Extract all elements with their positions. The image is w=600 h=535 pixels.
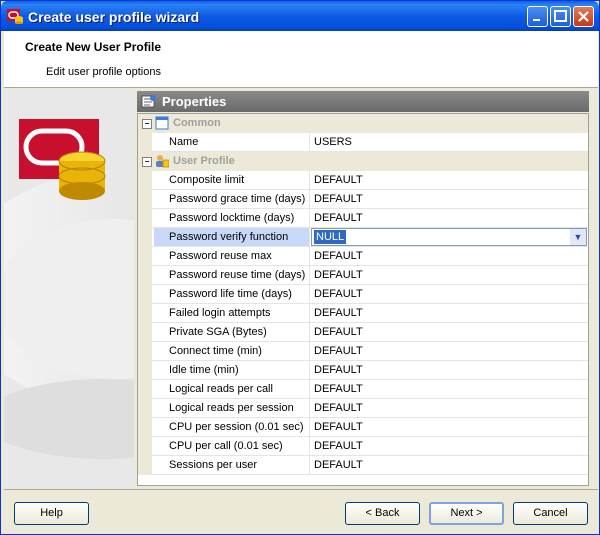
wizard-footer: Help < Back Next > Cancel (4, 489, 598, 534)
properties-panel: Properties − Common Name USERS − User Pr… (137, 91, 589, 486)
close-icon (578, 11, 589, 22)
property-row[interactable]: Password reuse max DEFAULT (138, 247, 588, 266)
chevron-down-icon[interactable]: ▼ (570, 229, 586, 245)
close-button[interactable] (573, 6, 594, 27)
side-banner (4, 89, 134, 489)
property-value[interactable]: DEFAULT (311, 285, 588, 303)
dropdown-value: NULL (314, 230, 347, 244)
property-name: Password verify function (154, 228, 310, 246)
property-value[interactable]: DEFAULT (311, 209, 588, 227)
property-name: Logical reads per call (154, 380, 310, 398)
property-name: Idle time (min) (154, 361, 310, 379)
minimize-button[interactable] (527, 6, 548, 27)
property-grid[interactable]: − Common Name USERS − User Profile Compo… (137, 113, 589, 486)
property-row[interactable]: CPU per call (0.01 sec) DEFAULT (138, 437, 588, 456)
property-name: Password life time (days) (154, 285, 310, 303)
property-row[interactable]: Password reuse time (days) DEFAULT (138, 266, 588, 285)
back-button[interactable]: < Back (345, 502, 420, 525)
property-name: Composite limit (154, 171, 310, 189)
property-row[interactable]: Password locktime (days) DEFAULT (138, 209, 588, 228)
title-bar[interactable]: Create user profile wizard (1, 1, 599, 31)
property-value[interactable]: DEFAULT (311, 247, 588, 265)
category-label: Common (173, 117, 221, 129)
property-name: Password grace time (days) (154, 190, 310, 208)
wizard-header: Create New User Profile Edit user profil… (4, 31, 598, 88)
property-name: CPU per session (0.01 sec) (154, 418, 310, 436)
property-name: Name (154, 133, 310, 151)
property-row[interactable]: Name USERS (138, 133, 588, 152)
help-button[interactable]: Help (14, 502, 89, 525)
property-name: CPU per call (0.01 sec) (154, 437, 310, 455)
properties-icon (141, 95, 156, 108)
property-row[interactable]: Sessions per user DEFAULT (138, 456, 588, 475)
next-button[interactable]: Next > (429, 502, 504, 525)
property-row[interactable]: Failed login attempts DEFAULT (138, 304, 588, 323)
minimize-icon (533, 19, 540, 21)
property-name: Failed login attempts (154, 304, 310, 322)
property-value[interactable]: DEFAULT (311, 190, 588, 208)
properties-title: Properties (162, 94, 227, 109)
user-profile-icon (156, 155, 169, 168)
collapse-icon[interactable]: − (142, 157, 152, 167)
property-value[interactable]: DEFAULT (311, 456, 588, 474)
property-row[interactable]: Password life time (days) DEFAULT (138, 285, 588, 304)
property-row[interactable]: Password grace time (days) DEFAULT (138, 190, 588, 209)
properties-header: Properties (137, 91, 589, 112)
category-common[interactable]: − Common (138, 114, 588, 133)
property-row[interactable]: CPU per session (0.01 sec) DEFAULT (138, 418, 588, 437)
category-user-profile[interactable]: − User Profile (138, 152, 588, 171)
cancel-button[interactable]: Cancel (513, 502, 588, 525)
property-name: Password reuse time (days) (154, 266, 310, 284)
category-label: User Profile (173, 155, 235, 167)
property-value[interactable]: DEFAULT (311, 437, 588, 455)
property-row[interactable]: Logical reads per session DEFAULT (138, 399, 588, 418)
oracle-banner-icon (4, 89, 134, 489)
property-value[interactable]: USERS (311, 133, 588, 151)
maximize-icon (554, 10, 567, 22)
property-name: Connect time (min) (154, 342, 310, 360)
property-value[interactable]: DEFAULT (311, 380, 588, 398)
property-name: Private SGA (Bytes) (154, 323, 310, 341)
page-subtitle: Edit user profile options (46, 66, 161, 78)
property-value[interactable]: DEFAULT (311, 361, 588, 379)
common-category-icon (155, 116, 169, 130)
wizard-window: Create user profile wizard Create New Us… (0, 0, 600, 535)
property-row[interactable]: Logical reads per call DEFAULT (138, 380, 588, 399)
verify-function-dropdown[interactable]: NULL ▼ (311, 228, 587, 246)
property-row[interactable]: Private SGA (Bytes) DEFAULT (138, 323, 588, 342)
property-row[interactable]: Idle time (min) DEFAULT (138, 361, 588, 380)
property-value[interactable]: DEFAULT (311, 418, 588, 436)
property-name: Logical reads per session (154, 399, 310, 417)
property-row[interactable]: Connect time (min) DEFAULT (138, 342, 588, 361)
window-title: Create user profile wizard (28, 9, 200, 25)
property-value[interactable]: DEFAULT (311, 323, 588, 341)
property-value[interactable]: DEFAULT (311, 342, 588, 360)
maximize-button[interactable] (550, 6, 571, 27)
property-name: Password reuse max (154, 247, 310, 265)
property-row[interactable]: Composite limit DEFAULT (138, 171, 588, 190)
page-title: Create New User Profile (25, 40, 162, 54)
property-value[interactable]: DEFAULT (311, 171, 588, 189)
property-value[interactable]: DEFAULT (311, 399, 588, 417)
property-name: Password locktime (days) (154, 209, 310, 227)
property-row-selected[interactable]: Password verify function NULL ▼ (138, 228, 588, 247)
collapse-icon[interactable]: − (142, 119, 152, 129)
property-name: Sessions per user (154, 456, 310, 474)
property-value[interactable]: DEFAULT (311, 304, 588, 322)
property-value[interactable]: DEFAULT (311, 266, 588, 284)
oracle-db-icon (7, 9, 23, 24)
